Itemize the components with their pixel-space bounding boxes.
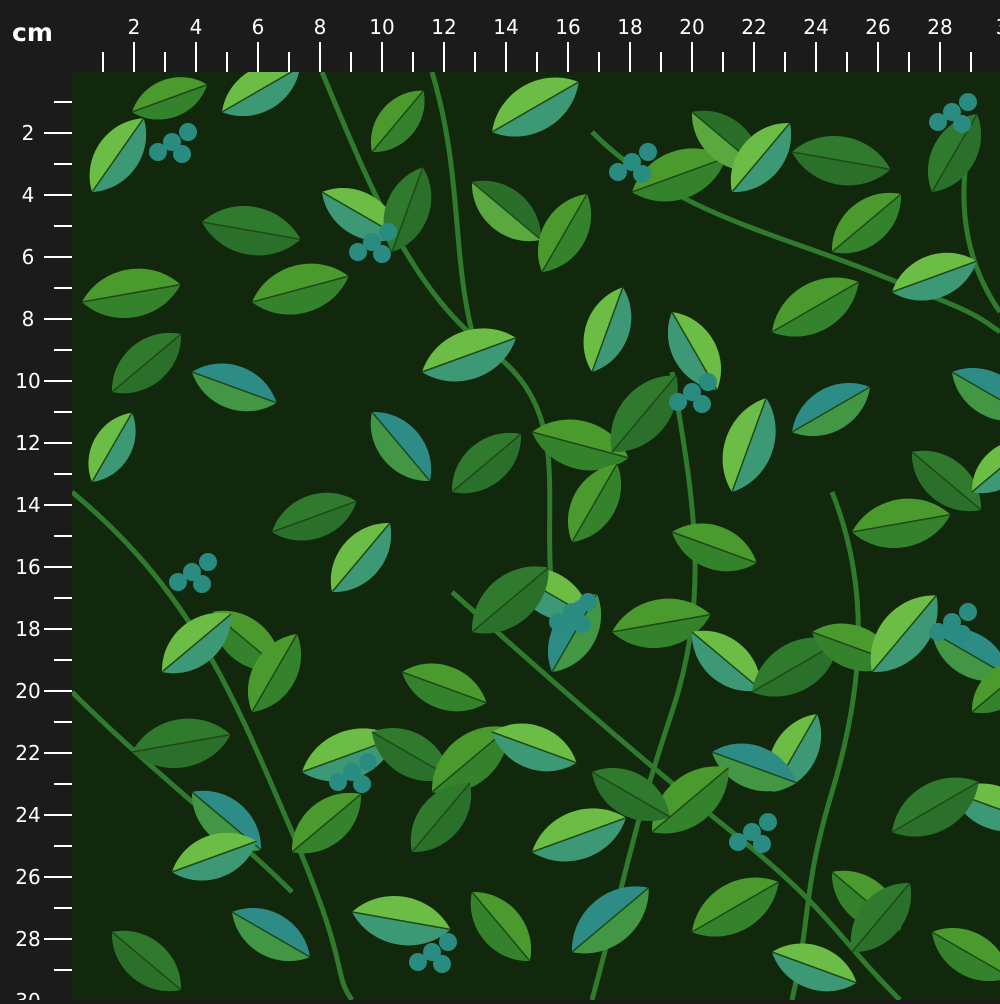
top-ruler-label: 4 [190,15,203,39]
left-ruler-label: 14 [15,493,40,517]
top-ruler-label: 2 [128,15,141,39]
vine-stem [429,72,475,333]
top-ruler-label: 3 [996,15,1000,39]
leaf-pattern [72,72,1000,1000]
berry-cluster [149,123,197,163]
left-ruler-label: 16 [15,555,40,579]
leaf [88,412,136,483]
leaf [81,268,181,318]
leaf [351,896,451,946]
leaf [491,77,579,137]
leaf [191,363,277,412]
left-ruler-label: 2 [22,121,35,145]
leaf [401,663,487,712]
left-ruler-label: 30 [15,989,40,1000]
berry-cluster [609,143,657,183]
leaf [571,886,650,954]
ruler-unit-label: cm [0,0,72,72]
leaf [231,907,311,962]
top-ruler-scale: 2468101214161820222426283 [102,15,1000,72]
top-ruler-label: 16 [555,15,580,39]
leaf [451,432,522,494]
leaf [470,891,532,962]
left-ruler-label: 12 [15,431,40,455]
left-ruler-label: 24 [15,803,40,827]
top-ruler-label: 28 [927,15,952,39]
leaf [89,117,146,193]
top-ruler-label: 6 [252,15,265,39]
leaf [931,927,1000,982]
top-ruler-label: 22 [741,15,766,39]
left-ruler-label: 8 [22,307,35,331]
vine-stem [319,72,555,593]
left-ruler-label: 28 [15,927,40,951]
leaf [251,263,349,315]
top-ruler-label: 12 [431,15,456,39]
berry-cluster [169,553,217,593]
leaf [111,930,182,992]
fabric-swatch [72,72,1000,1000]
leaf [201,206,301,256]
top-ruler-label: 24 [803,15,828,39]
leaf [370,90,425,153]
top-ruler: 2468101214161820222426283 [72,0,1000,72]
unit-text: cm [12,18,53,47]
leaf [671,523,757,572]
leaf [722,397,776,493]
leaf [771,277,859,337]
left-ruler-scale: 24681012141618202224262830 [15,101,72,1004]
leaf [111,332,182,394]
left-ruler-label: 10 [15,369,40,393]
left-ruler-label: 4 [22,183,35,207]
left-ruler: 24681012141618202224262830 [0,72,72,1004]
leaf [691,877,779,937]
leaf [370,411,432,482]
leaf [221,72,301,117]
top-ruler-label: 20 [679,15,704,39]
left-ruler-label: 22 [15,741,40,765]
left-ruler-label: 18 [15,617,40,641]
leaf [791,382,871,437]
top-ruler-label: 26 [865,15,890,39]
top-ruler-label: 14 [493,15,518,39]
left-ruler-label: 20 [15,679,40,703]
leaf [131,718,231,768]
left-ruler-label: 26 [15,865,40,889]
top-ruler-label: 10 [369,15,394,39]
top-ruler-label: 18 [617,15,642,39]
leaf [583,287,632,373]
leaf [951,367,1000,422]
top-ruler-label: 8 [314,15,327,39]
leaf [791,136,891,186]
left-ruler-label: 6 [22,245,35,269]
